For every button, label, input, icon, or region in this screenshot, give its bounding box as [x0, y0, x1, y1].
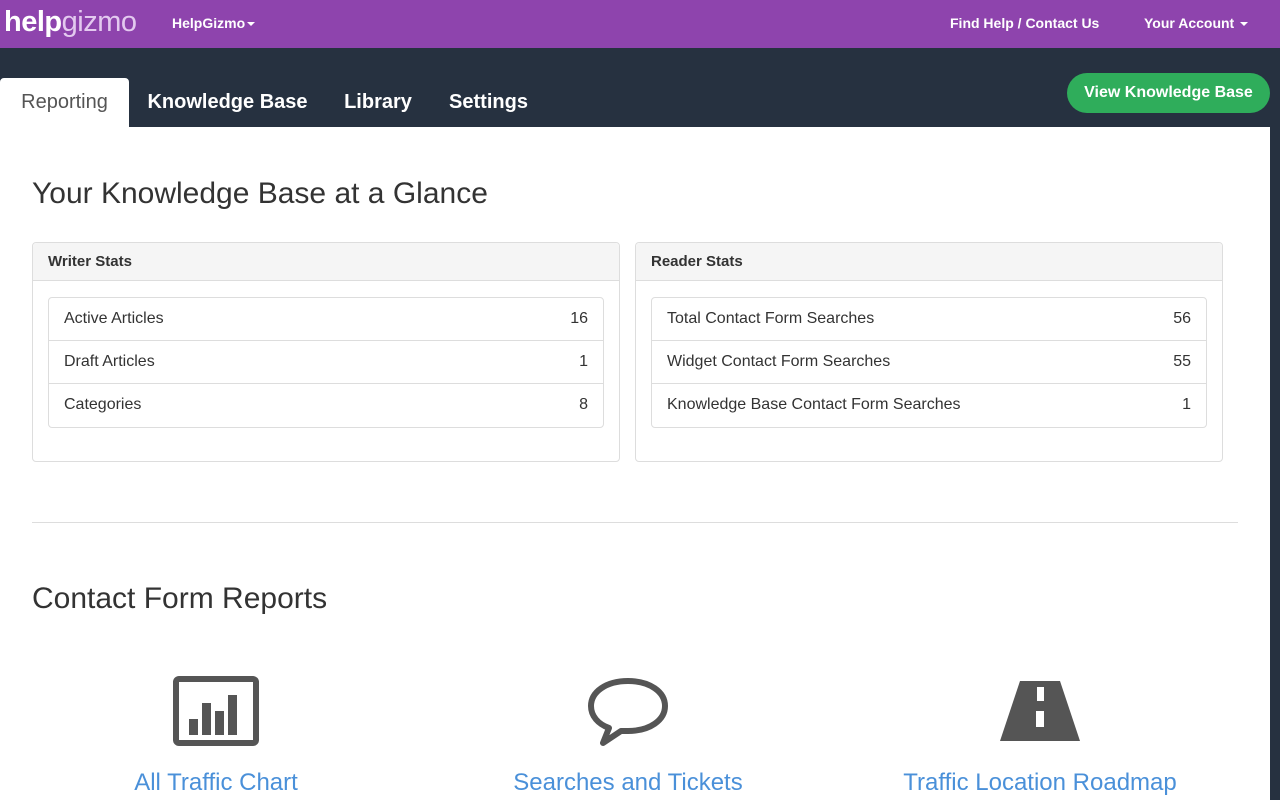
stat-value: 1	[579, 353, 588, 370]
writer-stats-title: Writer Stats	[33, 243, 619, 281]
list-item: Knowledge Base Contact Form Searches 1	[652, 384, 1206, 427]
list-item: Widget Contact Form Searches 55	[652, 341, 1206, 384]
account-label: Your Account	[1144, 15, 1235, 31]
caret-down-icon	[1240, 22, 1249, 27]
stat-value: 8	[579, 396, 588, 413]
stat-name: Active Articles	[64, 310, 164, 327]
reader-stats-title: Reader Stats	[636, 243, 1222, 281]
section-divider	[32, 522, 1238, 523]
logo-light-text: gizmo	[61, 6, 137, 38]
stat-name: Widget Contact Form Searches	[667, 353, 891, 370]
report-label[interactable]: Traffic Location Roadmap	[830, 769, 1250, 797]
reader-stats-panel: Reader Stats Total Contact Form Searches…	[635, 242, 1223, 462]
account-menu[interactable]: Your Account	[1144, 15, 1249, 31]
stat-value: 56	[1173, 310, 1191, 327]
main-content: Your Knowledge Base at a Glance Writer S…	[0, 127, 1270, 800]
stat-value: 55	[1173, 353, 1191, 370]
list-item: Active Articles 16	[49, 298, 603, 341]
tab-settings[interactable]: Settings	[440, 78, 537, 127]
stat-name: Knowledge Base Contact Form Searches	[667, 396, 961, 413]
stat-name: Total Contact Form Searches	[667, 310, 875, 327]
view-knowledge-base-button[interactable]: View Knowledge Base	[1067, 73, 1270, 113]
bar-chart-icon	[173, 676, 259, 746]
org-menu-label: HelpGizmo	[172, 15, 246, 31]
stat-value: 16	[570, 310, 588, 327]
list-item: Categories 8	[49, 384, 603, 427]
top-bar: helpgizmo HelpGizmo Find Help / Contact …	[0, 0, 1280, 48]
speech-bubble-icon	[588, 678, 668, 746]
glance-heading: Your Knowledge Base at a Glance	[32, 177, 488, 210]
reports-heading: Contact Form Reports	[32, 582, 328, 615]
tab-reporting[interactable]: Reporting	[0, 78, 129, 127]
find-help-link[interactable]: Find Help / Contact Us	[950, 15, 1099, 31]
logo-bold-text: help	[4, 6, 62, 38]
report-all-traffic-chart[interactable]: All Traffic Chart	[6, 675, 426, 796]
stat-value: 1	[1182, 396, 1191, 413]
report-traffic-location-roadmap[interactable]: Traffic Location Roadmap	[830, 675, 1250, 796]
report-searches-and-tickets[interactable]: Searches and Tickets	[418, 675, 838, 796]
stat-name: Categories	[64, 396, 142, 413]
tab-knowledge-base[interactable]: Knowledge Base	[140, 78, 315, 127]
stat-name: Draft Articles	[64, 353, 155, 370]
org-menu[interactable]: HelpGizmo	[172, 15, 256, 31]
list-item: Total Contact Form Searches 56	[652, 298, 1206, 341]
report-label[interactable]: All Traffic Chart	[6, 769, 426, 797]
list-item: Draft Articles 1	[49, 341, 603, 384]
tab-library[interactable]: Library	[335, 78, 421, 127]
report-label[interactable]: Searches and Tickets	[418, 769, 838, 797]
reader-stats-list: Total Contact Form Searches 56 Widget Con…	[651, 297, 1207, 428]
writer-stats-panel: Writer Stats Active Articles 16 Draft Art…	[32, 242, 620, 462]
writer-stats-list: Active Articles 16 Draft Articles 1 Catego…	[48, 297, 604, 428]
caret-down-icon	[247, 22, 256, 27]
road-icon	[1000, 681, 1080, 741]
logo[interactable]: helpgizmo	[4, 5, 137, 39]
